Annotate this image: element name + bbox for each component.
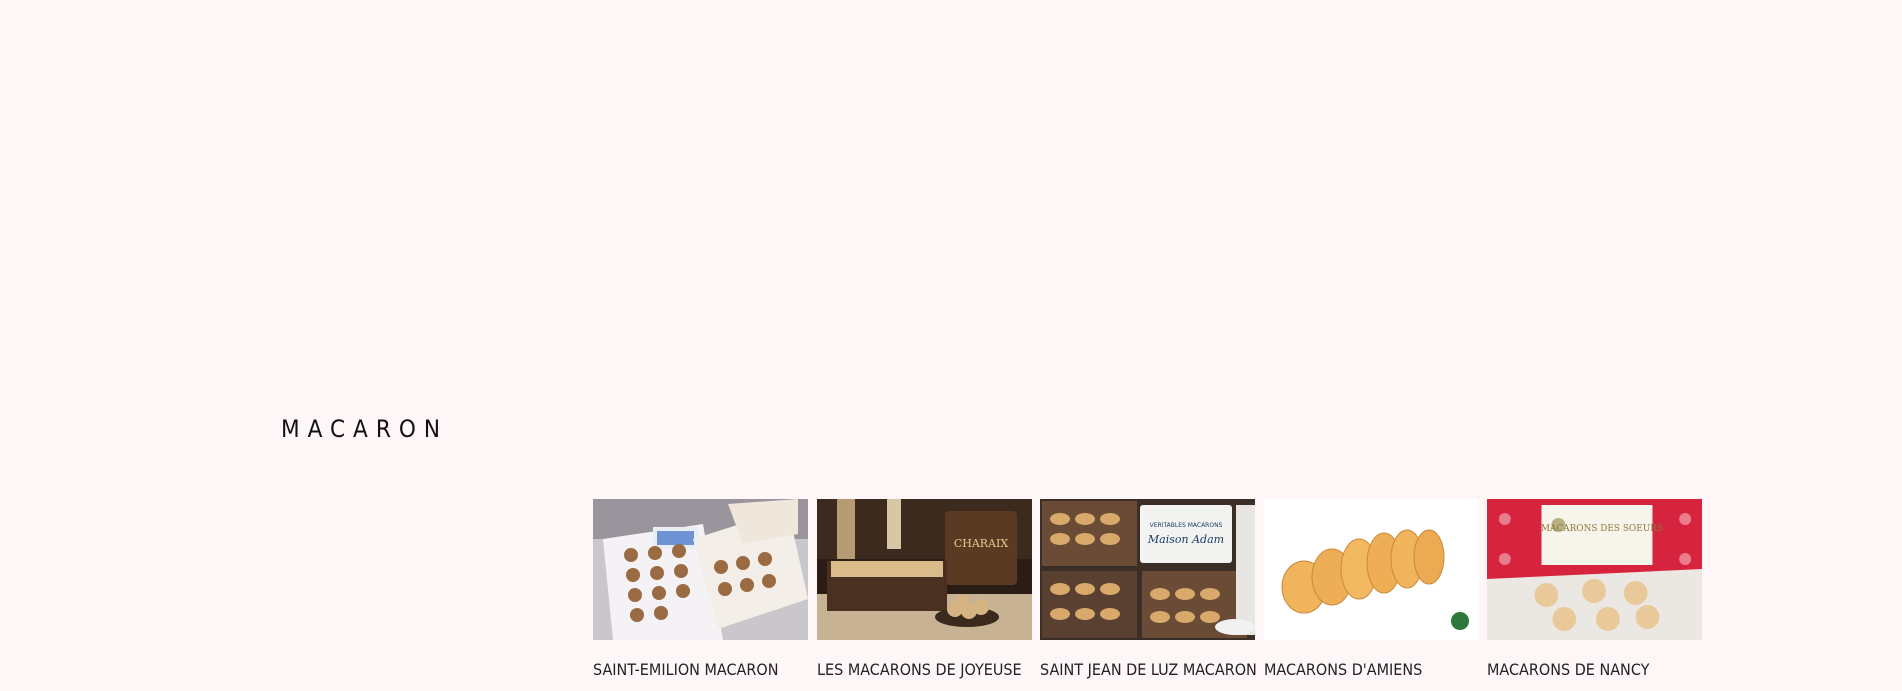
saint-emilion-macaron-box-photo[interactable]: [593, 499, 808, 640]
svg-text:Maison Adam: Maison Adam: [1147, 533, 1224, 546]
product-card-saint-emilion[interactable]: SAINT-EMILION MACARON: [593, 499, 808, 679]
product-card-nancy[interactable]: MACARONS DES SOEURS MACARONS DE NANCY: [1487, 499, 1702, 679]
product-label[interactable]: LES MACARONS DE JOYEUSE: [817, 660, 1032, 679]
page: MACARON SAINT-EMILION MACARON CHARAIX LE…: [0, 0, 1902, 691]
product-label[interactable]: SAINT-EMILION MACARON: [593, 660, 808, 679]
maison-adam-macaron-trays-photo[interactable]: VERITABLES MACARONS Maison Adam: [1040, 499, 1255, 640]
section-title: MACARON: [281, 415, 448, 443]
product-card-amiens[interactable]: MACARONS D'AMIENS: [1264, 499, 1479, 679]
nancy-macarons-des-soeurs-photo[interactable]: MACARONS DES SOEURS: [1487, 499, 1702, 640]
svg-text:CHARAIX: CHARAIX: [954, 537, 1009, 550]
product-card-joyeuse[interactable]: CHARAIX LES MACARONS DE JOYEUSE: [817, 499, 1032, 679]
svg-text:VERITABLES MACARONS: VERITABLES MACARONS: [1150, 522, 1223, 529]
joyeuse-macarons-tin-photo[interactable]: CHARAIX: [817, 499, 1032, 640]
product-label[interactable]: MACARONS D'AMIENS: [1264, 660, 1479, 679]
svg-text:MACARONS DES SOEURS: MACARONS DES SOEURS: [1541, 524, 1663, 534]
product-label[interactable]: MACARONS DE NANCY: [1487, 660, 1702, 679]
product-label[interactable]: SAINT JEAN DE LUZ MACARON: [1040, 660, 1257, 679]
amiens-macarons-row-photo[interactable]: [1264, 499, 1479, 640]
product-card-saint-jean-de-luz[interactable]: VERITABLES MACARONS Maison Adam SAINT JE…: [1040, 499, 1257, 679]
